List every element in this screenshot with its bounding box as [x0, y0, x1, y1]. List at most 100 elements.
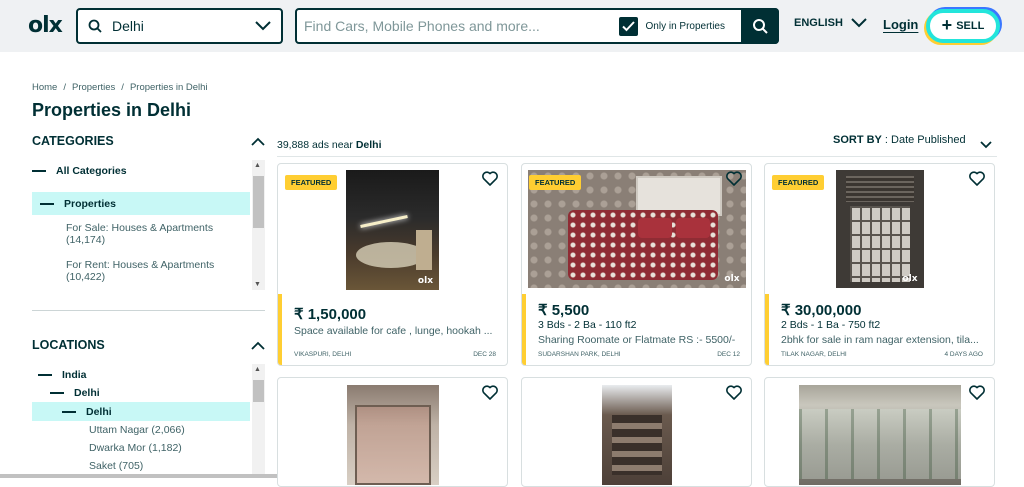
- category-item-properties[interactable]: Properties: [32, 192, 250, 215]
- scroll-up-arrow-icon[interactable]: ▲: [254, 366, 261, 373]
- heart-icon[interactable]: [726, 385, 742, 405]
- results-count: 39,888 ads near Delhi: [277, 139, 382, 151]
- listing-title: Space available for cafe , lunge, hookah…: [294, 325, 493, 337]
- search-bar: Only in Properties: [295, 8, 779, 44]
- location-label: India: [62, 369, 87, 381]
- all-categories-label: All Categories: [56, 165, 127, 177]
- language-label: ENGLISH: [794, 17, 843, 29]
- categories-scrollbar[interactable]: ▲ ▼: [252, 160, 265, 290]
- all-categories-item[interactable]: All Categories: [32, 165, 127, 177]
- sort-dropdown[interactable]: SORT BY : Date Published: [833, 134, 966, 146]
- only-in-properties-option[interactable]: Only in Properties: [618, 16, 725, 36]
- listing-price: ₹ 5,500: [538, 302, 590, 319]
- scrollbar-thumb[interactable]: [253, 380, 264, 402]
- scroll-down-arrow-icon[interactable]: ▼: [254, 281, 261, 288]
- sell-label: SELL: [956, 20, 985, 32]
- listing-card[interactable]: olx FEATURED ₹ 5,500 3 Bds - 2 Ba - 110 …: [521, 163, 752, 366]
- categories-list: All Categories Properties For Sale: Hous…: [32, 160, 265, 290]
- sort-label: SORT BY: [833, 134, 882, 146]
- dash-icon: [38, 374, 52, 377]
- chevron-down-icon[interactable]: [980, 136, 992, 154]
- chevron-up-icon: [251, 341, 265, 350]
- breadcrumb-properties[interactable]: Properties: [72, 82, 115, 93]
- featured-badge: FEATURED: [285, 175, 338, 190]
- search-icon: [753, 19, 768, 34]
- listing-photo[interactable]: [602, 385, 672, 485]
- listing-location: VIKASPURI, DELHI: [294, 351, 352, 358]
- logo-text: olx: [28, 12, 63, 38]
- heart-icon[interactable]: [726, 171, 742, 191]
- categories-header[interactable]: CATEGORIES: [32, 130, 265, 152]
- listing-card[interactable]: olx FEATURED ₹ 1,50,000 Space available …: [277, 163, 508, 366]
- location-item-dwarka-mor[interactable]: Dwarka Mor (1,182): [89, 442, 182, 454]
- plus-icon: +: [941, 14, 953, 35]
- sort-value: : Date Published: [884, 134, 966, 146]
- locations-title: LOCATIONS: [32, 338, 105, 352]
- categories-title: CATEGORIES: [32, 134, 114, 148]
- chevron-down-icon[interactable]: [245, 21, 281, 31]
- location-label: Delhi: [74, 387, 100, 399]
- listing-price: ₹ 1,50,000: [294, 306, 367, 323]
- login-link[interactable]: Login: [883, 17, 918, 32]
- dash-icon: [40, 202, 54, 205]
- listing-location: SUDARSHAN PARK, DELHI: [538, 351, 621, 358]
- breadcrumb-home[interactable]: Home: [32, 82, 57, 93]
- featured-accent-bar: [522, 294, 526, 365]
- olx-watermark: olx: [417, 276, 433, 286]
- listing-title: 2bhk for sale in ram nagar extension, ti…: [781, 334, 979, 346]
- listing-location: TILAK NAGAR, DELHI: [781, 351, 847, 358]
- listing-date: DEC 12: [717, 351, 740, 358]
- category-item-for-sale[interactable]: For Sale: Houses & Apartments (14,174): [66, 222, 213, 246]
- heart-icon[interactable]: [482, 171, 498, 191]
- listing-card[interactable]: olx FEATURED ₹ 30,00,000 2 Bds - 1 Ba - …: [764, 163, 995, 366]
- heart-icon[interactable]: [482, 385, 498, 405]
- sell-button[interactable]: + SELL: [926, 9, 1000, 43]
- dash-icon: [32, 170, 46, 173]
- olx-watermark: olx: [902, 274, 918, 284]
- category-label: For Sale: Houses & Apartments: [66, 222, 214, 234]
- scroll-up-arrow-icon[interactable]: ▲: [254, 162, 261, 169]
- search-button[interactable]: [741, 8, 779, 44]
- listing-card[interactable]: [277, 377, 508, 487]
- checkbox-checked-icon[interactable]: [618, 16, 638, 36]
- search-icon: [78, 19, 112, 33]
- location-label: Delhi: [86, 405, 112, 418]
- top-header: olx Delhi Only in Properties ENGLISH Log…: [0, 0, 1024, 52]
- sidebar-divider: [32, 310, 265, 311]
- heart-icon[interactable]: [969, 385, 985, 405]
- dash-icon: [50, 392, 64, 395]
- language-selector[interactable]: ENGLISH: [794, 17, 867, 29]
- featured-accent-bar: [765, 294, 769, 365]
- results-count-text: 39,888 ads near: [277, 139, 353, 151]
- category-item-for-rent[interactable]: For Rent: Houses & Apartments (10,422): [66, 259, 214, 283]
- breadcrumb-current[interactable]: Properties in Delhi: [130, 82, 208, 93]
- dash-icon: [62, 410, 76, 413]
- listing-photo: olx: [835, 170, 924, 288]
- locations-scrollbar[interactable]: ▲: [252, 364, 265, 478]
- chevron-down-icon: [851, 18, 867, 28]
- scrollbar-thumb[interactable]: [253, 176, 264, 228]
- listing-card[interactable]: [764, 377, 995, 487]
- listing-photo[interactable]: [799, 385, 961, 485]
- heart-icon[interactable]: [969, 171, 985, 191]
- search-input[interactable]: [297, 10, 619, 42]
- checkbox-label: Only in Properties: [645, 20, 725, 32]
- location-item-delhi-city[interactable]: Delhi: [32, 402, 250, 421]
- breadcrumb-separator: /: [63, 82, 66, 93]
- location-item-uttam-nagar[interactable]: Uttam Nagar (2,066): [89, 424, 185, 436]
- locations-header[interactable]: LOCATIONS: [32, 334, 265, 356]
- category-label: Properties: [64, 197, 116, 210]
- results-divider: [277, 156, 997, 157]
- page-title: Properties in Delhi: [32, 100, 192, 120]
- listing-photo[interactable]: [347, 385, 439, 485]
- location-item-india[interactable]: India: [38, 369, 87, 381]
- location-item-saket[interactable]: Saket (705): [89, 460, 143, 472]
- category-count: (14,174): [66, 234, 106, 246]
- listing-title: Sharing Roomate or Flatmate RS :- 5500/-: [538, 334, 736, 346]
- featured-badge: FEATURED: [772, 175, 825, 190]
- location-selector[interactable]: Delhi: [76, 8, 283, 44]
- chevron-up-icon: [251, 137, 265, 146]
- location-item-delhi-state[interactable]: Delhi: [50, 387, 100, 399]
- olx-logo[interactable]: olx: [28, 12, 63, 38]
- listing-card[interactable]: [521, 377, 752, 487]
